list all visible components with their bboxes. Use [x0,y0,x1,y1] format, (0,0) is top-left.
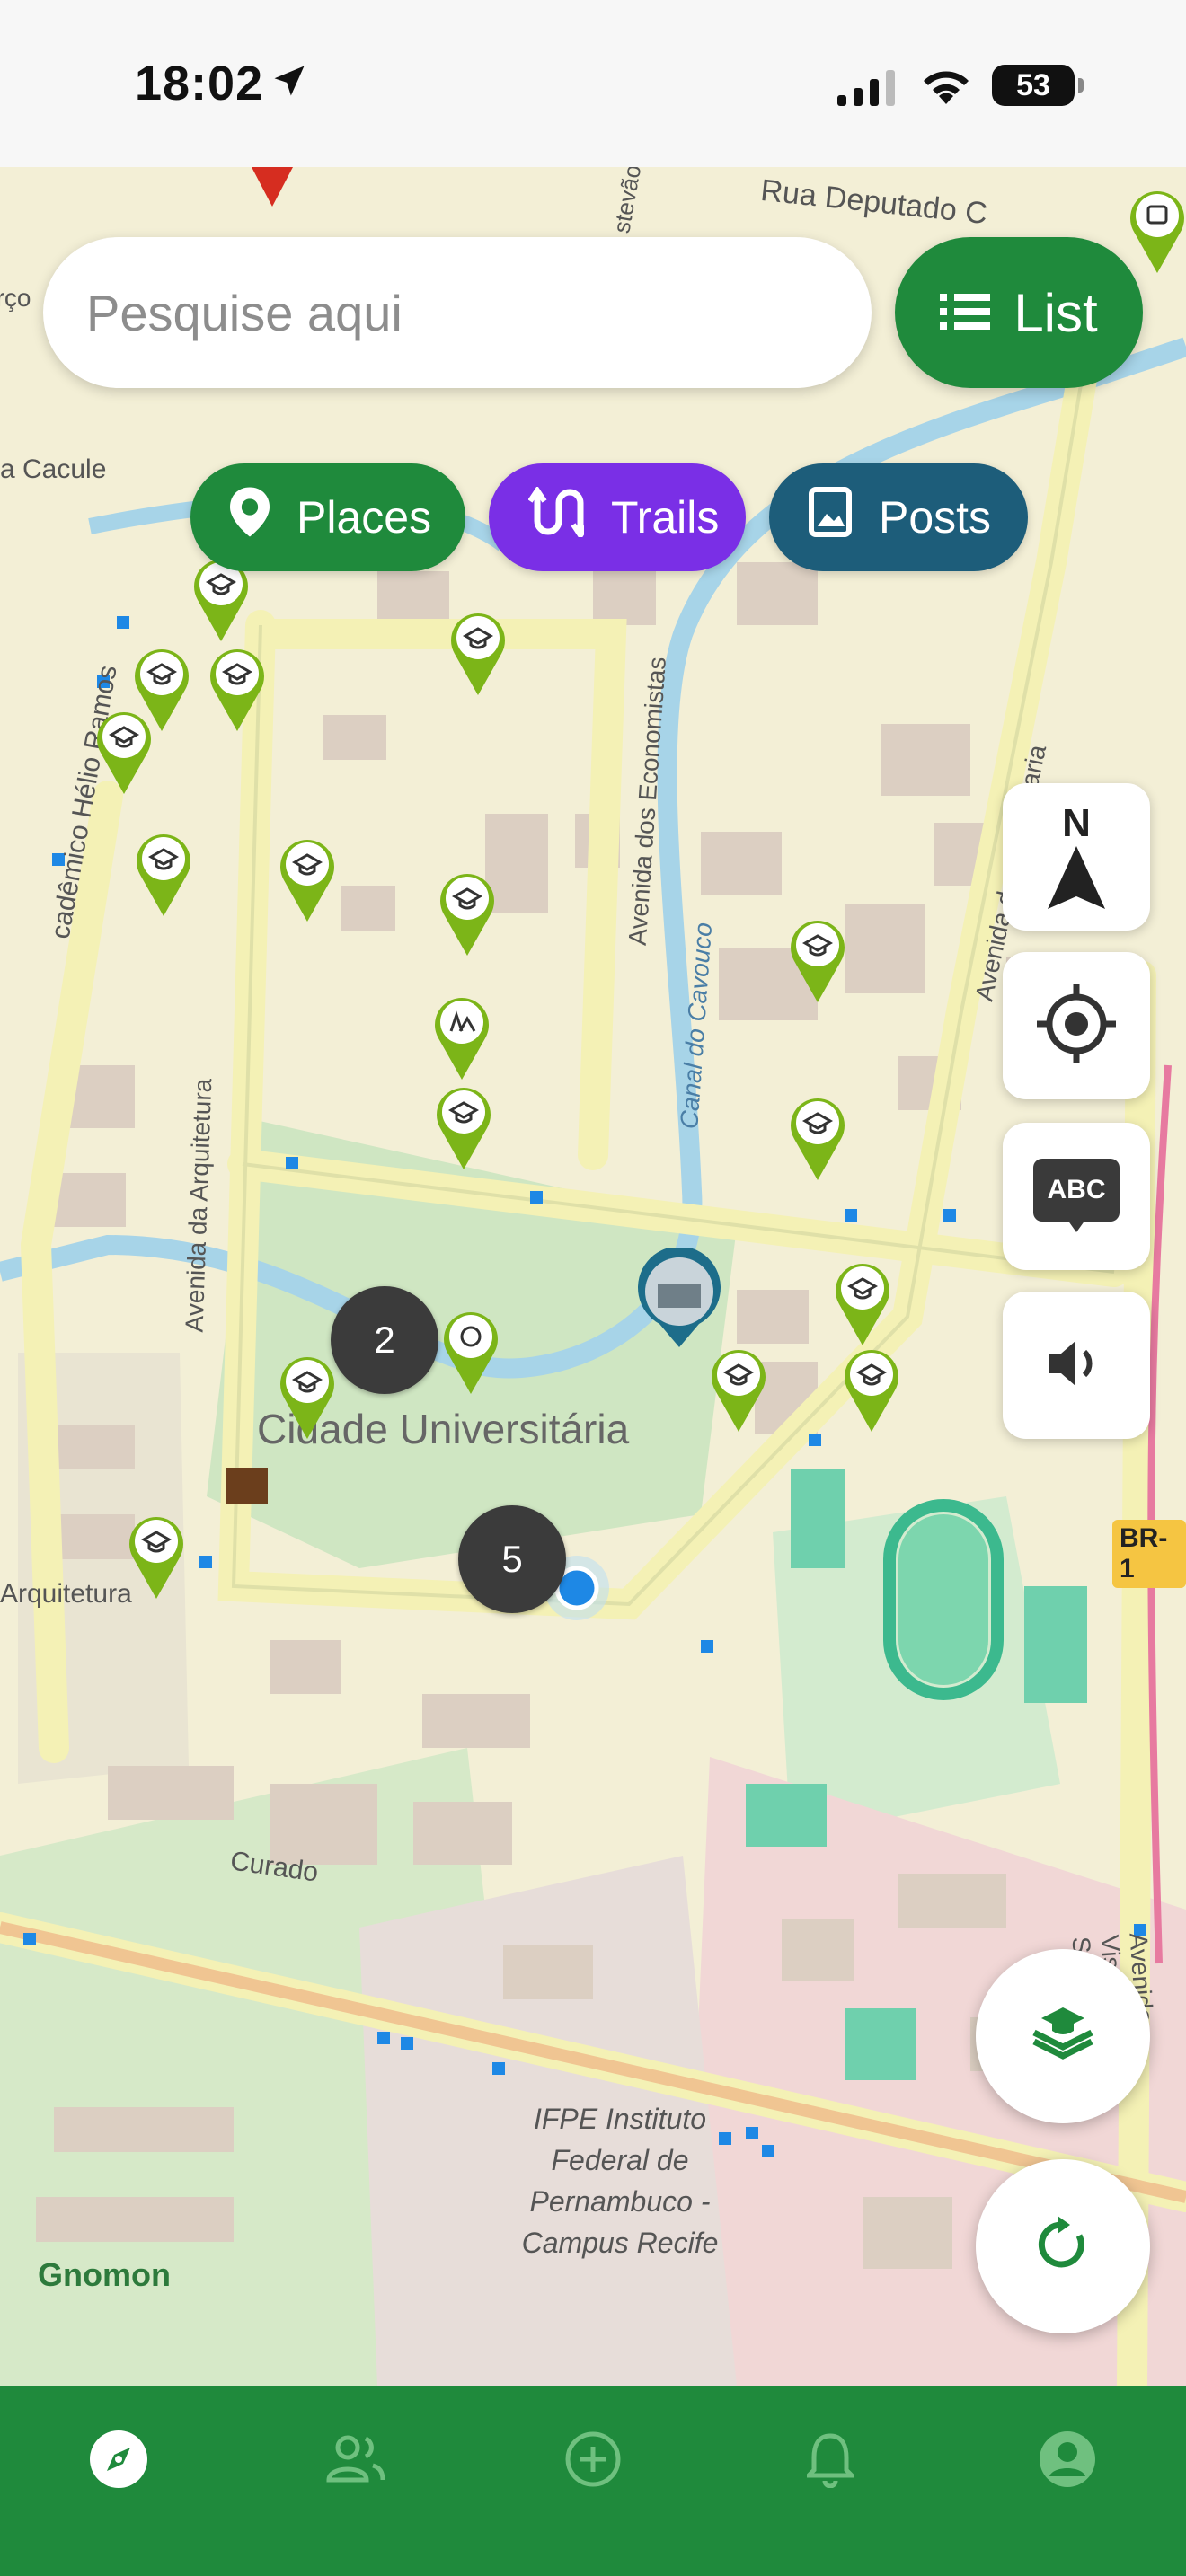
people-icon [326,2435,385,2488]
route-icon [527,485,590,548]
place-pin[interactable] [438,1306,503,1396]
signal-icon [837,70,897,110]
cluster-marker[interactable]: 2 [331,1286,438,1394]
compass-icon [89,2430,148,2493]
labels-icon-text: ABC [1033,1159,1120,1222]
status-time: 18:02 [135,57,264,110]
place-label: IFPE Instituto Federal de Pernambuco - C… [521,2103,719,2259]
list-button[interactable]: List [895,237,1143,388]
place-pin[interactable] [830,1257,895,1347]
battery-icon: 53 [992,65,1084,106]
nav-profile[interactable] [1031,2425,1103,2497]
street-label: a Cacule [0,454,107,484]
search-input[interactable] [86,283,823,342]
layers-graduation-icon [1027,2002,1099,2071]
place-pin[interactable] [446,607,510,697]
bell-icon [802,2430,858,2492]
search-bar[interactable] [43,237,872,388]
refresh-fab[interactable] [976,2159,1150,2333]
location-arrow-icon [270,61,309,105]
list-button-label: List [1013,282,1098,343]
place-pin[interactable] [435,868,500,957]
place-pin[interactable] [92,706,156,796]
compass-button[interactable]: N [1003,783,1150,931]
layers-fab[interactable] [976,1949,1150,2123]
sound-button[interactable] [1003,1292,1150,1439]
nav-notifications[interactable] [794,2425,866,2497]
place-pin[interactable] [275,1351,340,1441]
labels-toggle-button[interactable]: ABC [1003,1123,1150,1270]
place-pin[interactable] [131,828,196,918]
bottom-nav [0,2386,1186,2576]
compass-north-label: N [1062,800,1091,845]
filter-places[interactable]: Places [190,463,465,571]
list-icon [940,282,991,344]
place-pin[interactable] [785,914,850,1004]
place-pin[interactable] [275,834,340,923]
cluster-marker[interactable]: 5 [458,1505,566,1613]
post-pin[interactable] [634,1248,724,1349]
place-pin[interactable] [1125,185,1186,275]
filter-posts[interactable]: Posts [769,463,1028,571]
my-location-button[interactable] [1003,952,1150,1099]
labels-icon: ABC [1033,1159,1120,1234]
place-pin[interactable] [124,1511,189,1601]
highway-shield: BR-1 [1112,1520,1186,1588]
account-icon [1038,2430,1097,2493]
sound-icon [1049,1337,1104,1394]
place-pin[interactable] [431,1081,496,1171]
nav-community[interactable] [320,2425,392,2497]
nav-create[interactable] [557,2425,629,2497]
filter-label: Posts [879,492,992,543]
filter-label: Trails [611,492,720,543]
my-location-icon [1033,981,1120,1072]
image-post-icon [809,487,852,548]
place-pin[interactable] [706,1344,771,1434]
refresh-icon [1034,2215,1092,2278]
filter-trails[interactable]: Trails [489,463,746,571]
wifi-icon [918,63,974,110]
trail-pin[interactable] [429,992,494,1081]
nav-explore[interactable] [83,2425,155,2497]
compass-north-icon [1048,845,1105,913]
place-pin[interactable] [205,643,270,733]
map-pin-icon [230,487,270,548]
street-label: arço [0,284,31,312]
status-bar: 18:02 53 [0,0,1186,167]
place-pin[interactable] [785,1092,850,1182]
place-pin[interactable] [839,1344,904,1434]
add-circle-icon [564,2430,622,2492]
gnomon-attribution: Gnomon [38,2256,171,2293]
street-label: Arquitetura [0,1579,132,1609]
filter-label: Places [296,492,432,543]
